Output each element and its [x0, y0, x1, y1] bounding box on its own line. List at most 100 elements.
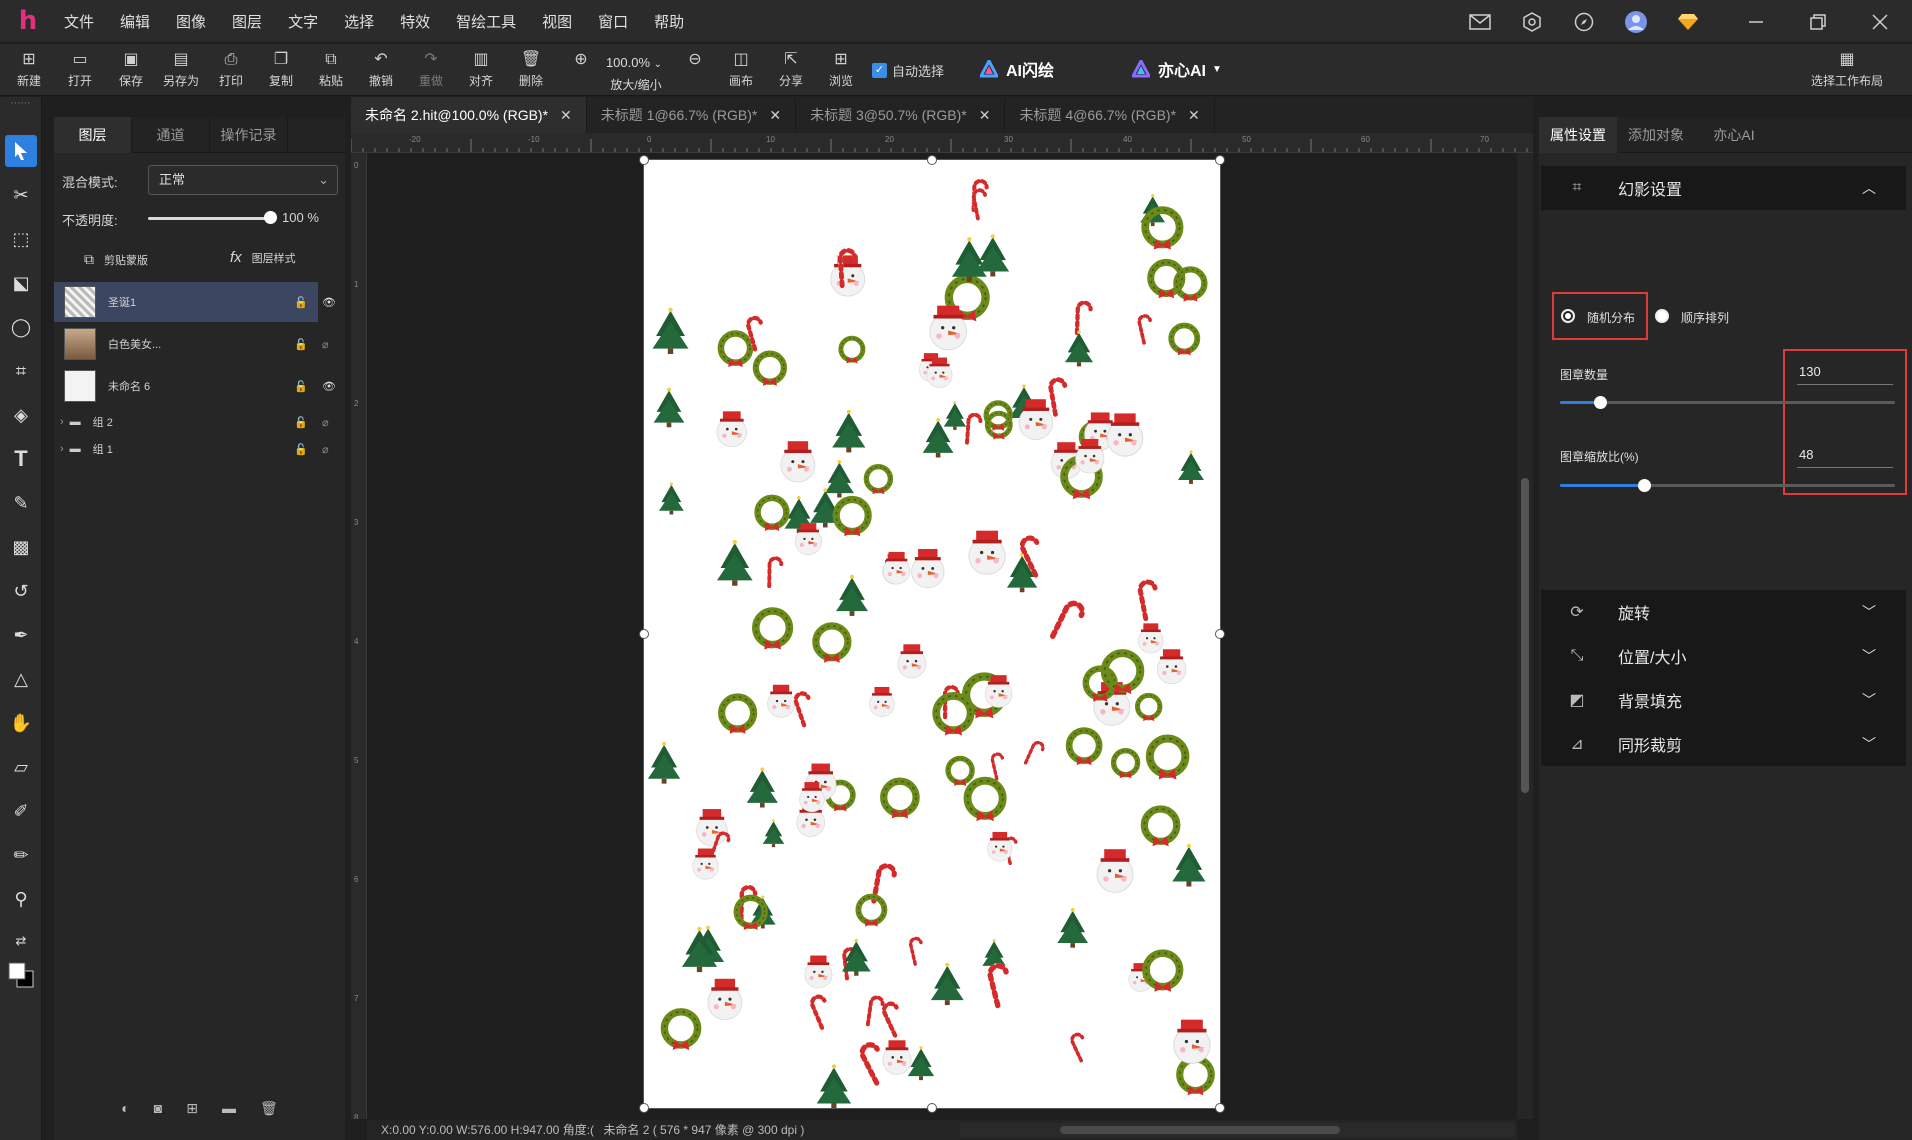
workspace-layout-button[interactable]: ▦ 选择工作布局	[1802, 48, 1892, 94]
layer-row-christmas[interactable]: 圣诞1 🔓 👁	[54, 282, 336, 322]
tab-add-object[interactable]: 添加对象	[1617, 117, 1695, 153]
brush-tool[interactable]: ✎	[5, 487, 37, 519]
redo-button[interactable]: ↷ 重做	[406, 48, 456, 94]
scroll-thumb[interactable]	[1521, 478, 1529, 793]
save-button[interactable]: ▣ 保存	[106, 48, 156, 94]
stamp-tool[interactable]: ▩	[5, 531, 37, 563]
text-tool[interactable]: T	[5, 443, 37, 475]
delete-button[interactable]: 🗑 删除	[506, 48, 556, 94]
settings-icon[interactable]	[1518, 8, 1546, 36]
transform-handle-bc[interactable]	[927, 1103, 937, 1113]
save-as-button[interactable]: ▤ 另存为	[156, 48, 206, 94]
mask-icon[interactable]: ◙	[154, 1100, 162, 1116]
radio-random[interactable]	[1561, 309, 1575, 323]
eye-icon[interactable]: 👁	[322, 296, 336, 309]
background-fill-section[interactable]: ◩ 背景填充 ﹀	[1541, 678, 1906, 722]
transform-handle-br[interactable]	[1215, 1103, 1225, 1113]
menu-text[interactable]: 文字	[288, 11, 318, 32]
stamp-scale-knob[interactable]	[1637, 479, 1651, 492]
eye-hidden-icon[interactable]: ⌀	[322, 416, 329, 429]
stamp-count-slider[interactable]	[1560, 401, 1895, 404]
new-button[interactable]: ⊞ 新建	[4, 48, 54, 94]
new-group-icon[interactable]: ▬	[222, 1100, 236, 1116]
opacity-slider[interactable]	[148, 217, 272, 220]
gem-icon[interactable]	[1674, 8, 1702, 36]
close-icon[interactable]: ✕	[769, 107, 781, 123]
print-button[interactable]: ⎙ 打印	[206, 48, 256, 94]
swap-colors-button[interactable]: ⇄	[5, 925, 37, 957]
doc-tab-1[interactable]: 未命名 2.hit@100.0% (RGB)* ✕	[351, 97, 587, 133]
menu-image[interactable]: 图像	[176, 11, 206, 32]
tab-history[interactable]: 操作记录	[210, 117, 288, 153]
fill-tool[interactable]: ◈	[5, 399, 37, 431]
eyedropper-tool[interactable]: ⚲	[5, 883, 37, 915]
menu-edit[interactable]: 编辑	[120, 11, 150, 32]
vertical-scrollbar[interactable]	[1517, 153, 1533, 1119]
menu-smart-tools[interactable]: 智绘工具	[456, 11, 516, 32]
stamp-scale-input[interactable]: 48	[1797, 442, 1893, 468]
rotation-section[interactable]: ⟳ 旋转 ﹀	[1541, 590, 1906, 634]
yixin-ai-button[interactable]: 亦心AI ▼	[1132, 57, 1222, 81]
close-icon[interactable]: ✕	[1188, 107, 1200, 123]
eye-hidden-icon[interactable]: ⌀	[322, 443, 329, 456]
pencil-tool[interactable]: ✏	[5, 839, 37, 871]
zoom-in-button[interactable]: ⊕	[556, 48, 606, 94]
radio-sequential[interactable]	[1655, 309, 1669, 323]
canvas-button[interactable]: ◫ 画布	[716, 48, 766, 94]
auto-select-checkbox[interactable]: ✓ 自动选择	[872, 61, 944, 80]
lasso-tool[interactable]: ◯	[5, 311, 37, 343]
lock-icon[interactable]: 🔓	[294, 416, 308, 429]
eye-icon[interactable]: 👁	[322, 380, 336, 393]
layer-row-untitled-6[interactable]: 未命名 6 🔓 👁	[54, 366, 336, 406]
doc-tab-4[interactable]: 未标题 4@66.7% (RGB)* ✕	[1005, 97, 1215, 133]
color-swatches[interactable]	[5, 959, 37, 991]
crop-tool[interactable]: ⌗	[5, 355, 37, 387]
lock-icon[interactable]: 🔓	[294, 443, 308, 456]
transform-handle-mr[interactable]	[1215, 629, 1225, 639]
move-tool[interactable]	[5, 135, 37, 167]
mail-icon[interactable]	[1466, 8, 1494, 36]
opacity-value[interactable]: 100 %	[282, 210, 319, 225]
marquee-tool[interactable]: ⬚	[5, 223, 37, 255]
zoom-out-button[interactable]: ⊖	[670, 48, 720, 94]
layer-group-2[interactable]: › ▬ 组 2 🔓 ⌀	[54, 409, 329, 435]
minimize-icon[interactable]	[1742, 8, 1770, 36]
lock-icon[interactable]: 🔓	[294, 338, 308, 351]
transform-handle-tr[interactable]	[1215, 155, 1225, 165]
doc-tab-2[interactable]: 未标题 1@66.7% (RGB)* ✕	[587, 97, 797, 133]
tab-yixin-ai[interactable]: 亦心AI	[1695, 117, 1773, 153]
align-button[interactable]: ▥ 对齐	[456, 48, 506, 94]
scroll-thumb[interactable]	[1060, 1126, 1340, 1134]
document-canvas[interactable]	[644, 160, 1220, 1108]
ai-flash-button[interactable]: AI闪绘	[980, 57, 1054, 81]
tab-channels[interactable]: 通道	[132, 117, 210, 153]
opacity-slider-knob[interactable]	[264, 211, 277, 224]
share-button[interactable]: ⇱ 分享	[766, 48, 816, 94]
close-icon[interactable]: ✕	[560, 107, 572, 123]
magic-select-tool[interactable]: ⬕	[5, 267, 37, 299]
menu-select[interactable]: 选择	[344, 11, 374, 32]
transform-handle-bl[interactable]	[639, 1103, 649, 1113]
eraser-tool[interactable]: ✐	[5, 795, 37, 827]
tab-properties[interactable]: 属性设置	[1539, 117, 1617, 153]
position-size-section[interactable]: ⤡ 位置/大小 ﹀	[1541, 634, 1906, 678]
browse-button[interactable]: ⊞ 浏览	[816, 48, 866, 94]
transform-handle-tl[interactable]	[639, 155, 649, 165]
transform-tool[interactable]: ▱	[5, 751, 37, 783]
avatar-icon[interactable]	[1622, 8, 1650, 36]
menu-window[interactable]: 窗口	[598, 11, 628, 32]
smart-cut-tool[interactable]: ✂	[5, 179, 37, 211]
pen-tool[interactable]: ✒	[5, 619, 37, 651]
history-brush-tool[interactable]: ↺	[5, 575, 37, 607]
open-button[interactable]: ▭ 打开	[55, 48, 105, 94]
paste-button[interactable]: ⧉ 粘贴	[306, 48, 356, 94]
delete-layer-icon[interactable]: 🗑	[260, 1100, 278, 1117]
layer-style-button[interactable]: fx 图层样式	[230, 249, 296, 266]
lock-icon[interactable]: 🔓	[294, 380, 308, 393]
close-icon[interactable]: ✕	[979, 107, 991, 123]
menu-help[interactable]: 帮助	[654, 11, 684, 32]
compass-icon[interactable]	[1570, 8, 1598, 36]
menu-layer[interactable]: 图层	[232, 11, 262, 32]
blend-mode-select[interactable]: 正常 ⌄	[148, 165, 338, 195]
adjustment-icon[interactable]: ◐	[121, 1100, 129, 1116]
